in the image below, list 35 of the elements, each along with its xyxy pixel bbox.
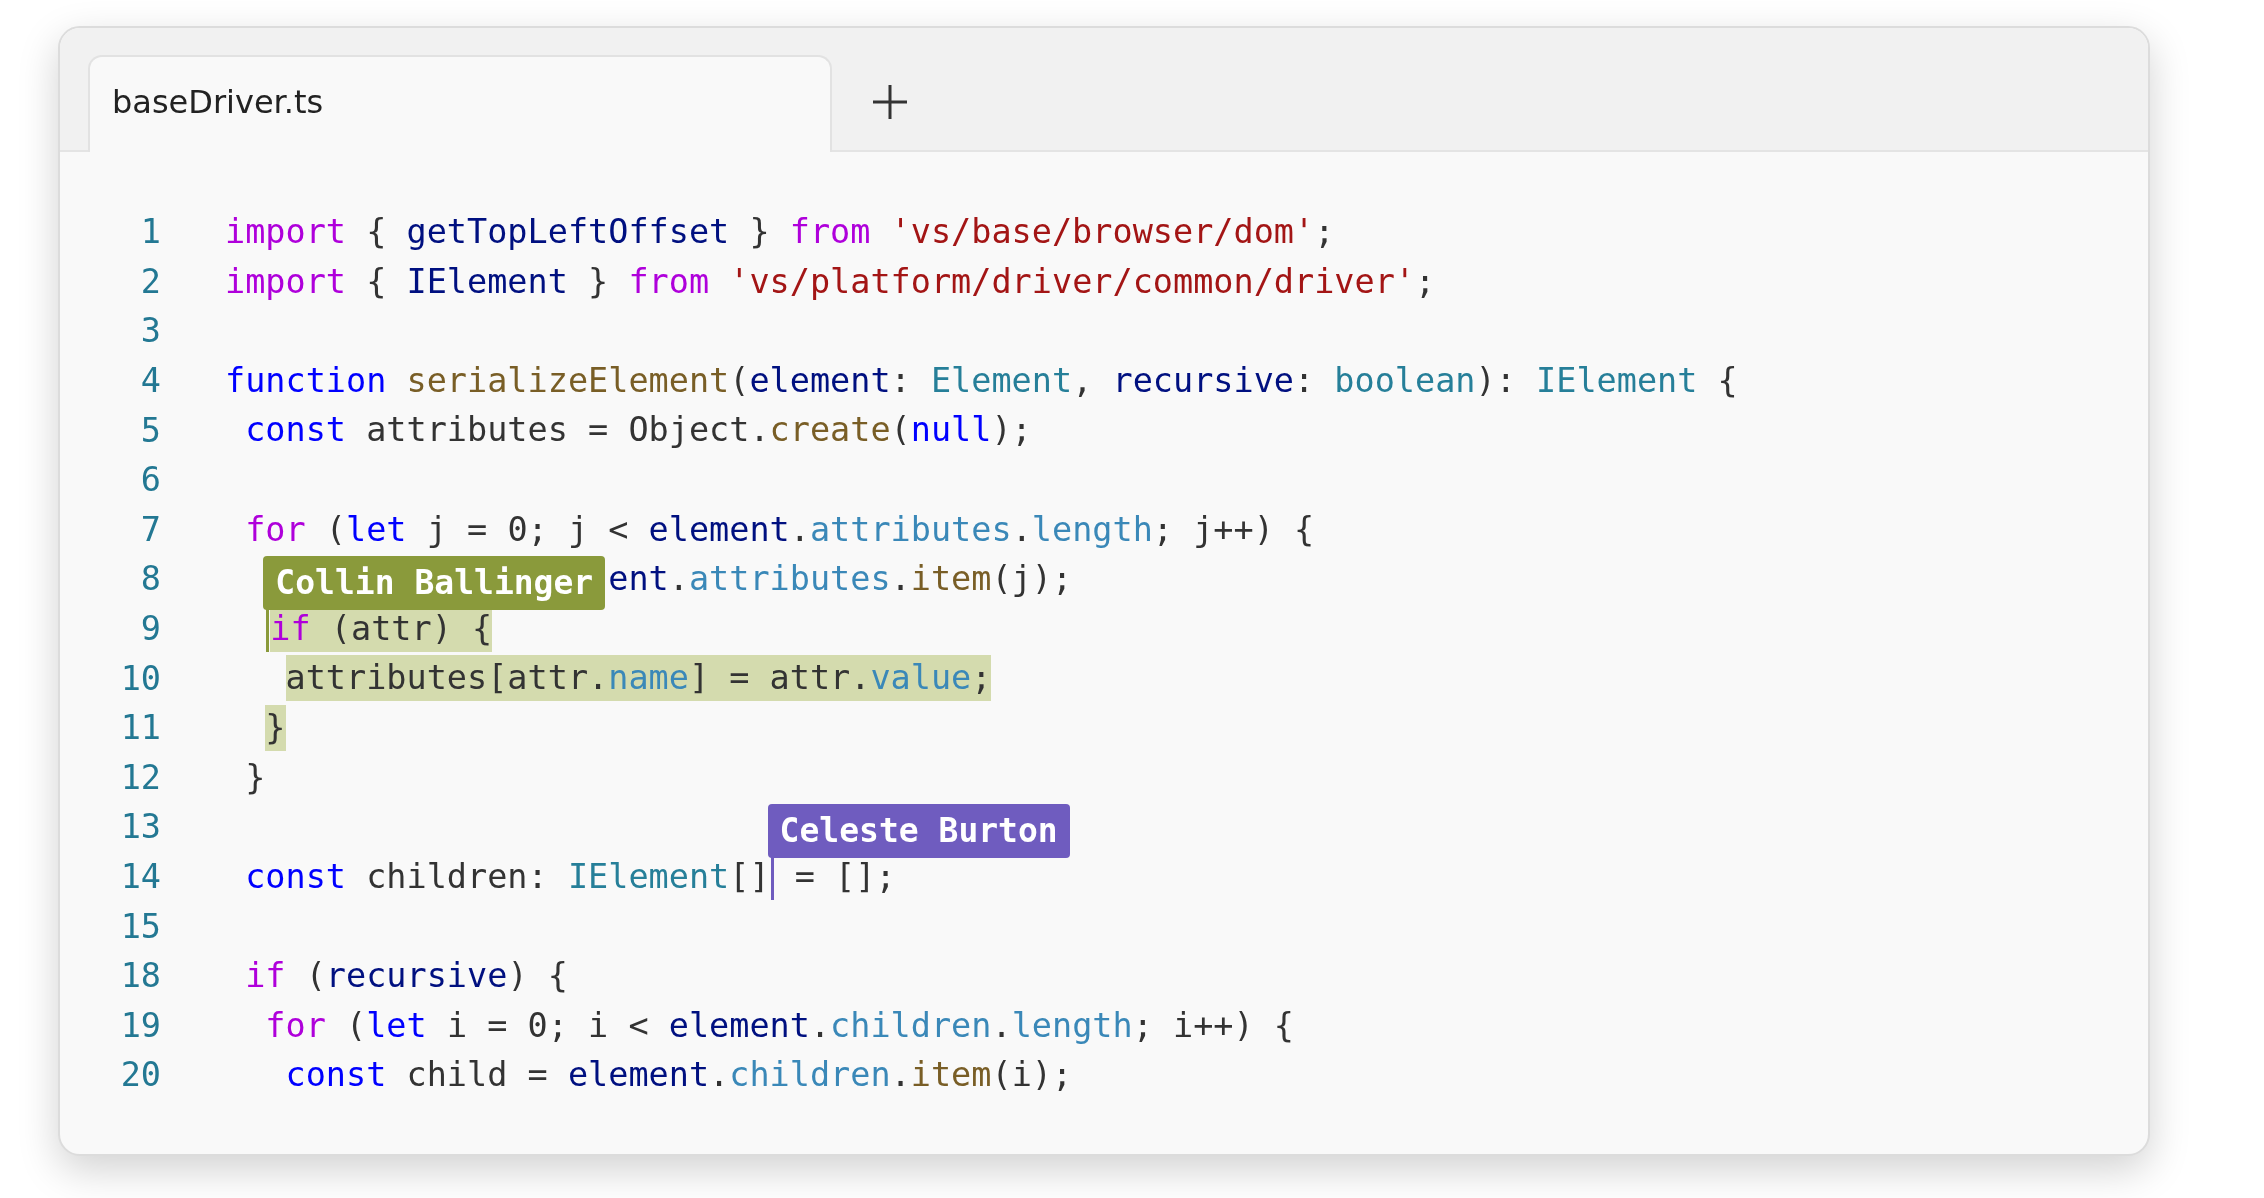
line-number: 10 [119, 658, 161, 698]
line-number: 8 [139, 559, 161, 599]
line-number: 1 [139, 212, 161, 252]
line-number: 9 [139, 609, 161, 649]
line-number: 13 [119, 807, 161, 847]
line-number: 2 [139, 261, 161, 301]
line-number: 20 [119, 1055, 161, 1095]
code-line: const child = element.children.item(i); [285, 1054, 1073, 1097]
line-number: 5 [139, 410, 161, 450]
code-line: if (recursive) { [245, 954, 568, 997]
file-tab[interactable]: baseDriver.ts [88, 55, 832, 152]
add-tab-icon[interactable] [870, 82, 910, 122]
line-number: 15 [119, 906, 161, 946]
code-line: import { IElement } from 'vs/platform/driver/common/driver'; [225, 260, 1436, 303]
line-number: 19 [119, 1005, 161, 1045]
code-line: const attributes = Object.create(null); [245, 409, 1032, 452]
code-line: attributes[attr.name] = attr.value; [285, 653, 992, 703]
line-number: 7 [139, 509, 161, 549]
line-number: 12 [119, 757, 161, 797]
line-number: 6 [139, 460, 161, 500]
code-line: for (let j = 0; j < element.attributes.length; j++) { [245, 508, 1315, 551]
line-number: 18 [119, 956, 161, 996]
code-line: const children: IElement[] [245, 855, 770, 898]
code-line: ent.attributes.item(j); [608, 558, 1073, 601]
line-number: 3 [139, 311, 161, 351]
line-number: 14 [119, 857, 161, 896]
collaborator-name-label: Celeste Burton [767, 803, 1070, 858]
collaborator-name-label: Collin Ballinger [263, 555, 606, 610]
code-line: for (let i = 0; i < element.children.length; i++) { [265, 1004, 1294, 1047]
line-number: 4 [139, 361, 161, 401]
code-line: function serializeElement(element: Element, recursive: boolean): IElement { [225, 359, 1738, 402]
line-number: 11 [119, 708, 161, 748]
code-line: } [245, 756, 266, 799]
code-line: import { getTopLeftOffset } from 'vs/base/browser/dom'; [225, 211, 1335, 253]
code-line: = []; [794, 855, 896, 898]
